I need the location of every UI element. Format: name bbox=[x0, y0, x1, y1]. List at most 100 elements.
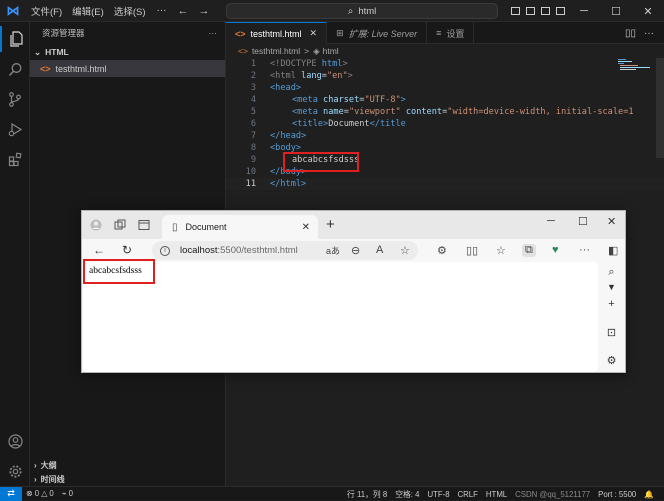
code-token: html bbox=[321, 59, 343, 69]
menu-file[interactable]: 文件(F) bbox=[26, 4, 67, 18]
html-file-icon: <> bbox=[40, 63, 51, 74]
line-number: 6 bbox=[250, 119, 256, 129]
back-arrow-icon[interactable]: ← bbox=[172, 5, 193, 17]
breadcrumb-node[interactable]: html bbox=[323, 46, 339, 56]
menu-selection[interactable]: 选择(S) bbox=[109, 4, 151, 18]
profile-icon[interactable] bbox=[90, 219, 102, 231]
browser-titlebar: ▯ Document ✕ + ─ ☐ ✕ bbox=[82, 211, 625, 239]
element-icon: ◈ bbox=[313, 45, 320, 56]
close-icon[interactable]: ✕ bbox=[310, 28, 318, 39]
document-icon: ▯ bbox=[172, 221, 178, 233]
problems-indicator[interactable]: ⊗ 0 △ 0 bbox=[22, 489, 58, 498]
run-debug-icon[interactable] bbox=[0, 116, 30, 142]
screenshot-icon[interactable]: ⊡ bbox=[598, 326, 625, 339]
file-testhtml[interactable]: <> testhtml.html bbox=[30, 60, 225, 77]
explorer-icon[interactable] bbox=[0, 26, 30, 52]
code-token: <title> bbox=[292, 119, 329, 129]
outline-section[interactable]: › 大纲 bbox=[30, 459, 57, 472]
forward-arrow-icon[interactable]: → bbox=[193, 5, 214, 17]
tab-live-server[interactable]: ⊞ 扩展: Live Server bbox=[327, 22, 428, 44]
browser-tab-document[interactable]: ▯ Document ✕ bbox=[162, 215, 318, 239]
tab-testhtml[interactable]: <> testhtml.html ✕ bbox=[226, 22, 328, 44]
source-control-icon[interactable] bbox=[0, 86, 30, 112]
workspaces-icon[interactable] bbox=[114, 219, 126, 231]
line-number: 1 bbox=[250, 59, 256, 69]
settings-icon: ≡ bbox=[436, 28, 442, 38]
window-maximize-button[interactable]: ☐ bbox=[600, 0, 632, 22]
toggle-primary-sidebar-icon[interactable] bbox=[508, 0, 523, 22]
window-minimize-button[interactable]: ─ bbox=[568, 0, 600, 22]
code-token: <meta bbox=[292, 107, 324, 117]
vertical-scrollbar[interactable] bbox=[656, 58, 664, 158]
indentation[interactable]: 空格: 4 bbox=[391, 489, 423, 500]
browser-maximize-button[interactable]: ☐ bbox=[578, 215, 588, 228]
close-icon[interactable]: ✕ bbox=[302, 222, 310, 233]
tab-actions-icon[interactable] bbox=[138, 219, 150, 231]
language-mode[interactable]: HTML bbox=[482, 490, 511, 499]
customize-layout-icon[interactable] bbox=[553, 0, 568, 22]
line-number: 8 bbox=[250, 143, 256, 153]
notifications-bell-icon[interactable]: 🔔 bbox=[640, 490, 658, 499]
menu-edit[interactable]: 编辑(E) bbox=[67, 4, 109, 18]
sidebar-toggle-icon[interactable]: ◧ bbox=[608, 244, 618, 257]
favorites-icon[interactable]: ☆ bbox=[496, 244, 506, 257]
minimap[interactable] bbox=[616, 58, 654, 78]
shopping-icon[interactable]: ▼ bbox=[598, 282, 625, 292]
browser-minimize-button[interactable]: ─ bbox=[547, 215, 555, 227]
code-line: 3 <head> bbox=[226, 82, 664, 94]
code-token: <html bbox=[270, 71, 302, 81]
explorer-more-button[interactable]: ··· bbox=[209, 28, 218, 38]
command-center-search[interactable]: ⌕ html bbox=[226, 3, 498, 19]
window-close-button[interactable]: ✕ bbox=[632, 0, 664, 22]
split-editor-icon[interactable]: ▯▯ bbox=[625, 28, 636, 39]
toggle-secondary-sidebar-icon[interactable] bbox=[538, 0, 553, 22]
search-icon[interactable] bbox=[0, 56, 30, 82]
add-icon[interactable]: + bbox=[598, 298, 625, 310]
tab-settings[interactable]: ≡ 设置 bbox=[427, 22, 475, 44]
line-number: 10 bbox=[245, 167, 256, 177]
timeline-section[interactable]: › 时间线 bbox=[30, 473, 65, 486]
refresh-icon[interactable]: ↻ bbox=[122, 243, 132, 257]
zoom-icon[interactable]: ⊖ bbox=[351, 244, 360, 257]
favorite-star-icon[interactable]: ☆ bbox=[400, 244, 410, 257]
editor-more-button[interactable]: ··· bbox=[644, 28, 654, 39]
browser-more-button[interactable]: ··· bbox=[579, 244, 590, 256]
new-tab-button[interactable]: + bbox=[326, 216, 335, 233]
browser-essentials-icon[interactable]: ♥ bbox=[552, 244, 559, 256]
read-aloud-icon[interactable]: aあ bbox=[326, 244, 340, 257]
extensions-icon[interactable]: ⚙ bbox=[437, 244, 447, 257]
antenna-icon: ⌁ bbox=[61, 489, 67, 498]
cursor-position[interactable]: 行 11，列 8 bbox=[343, 489, 391, 500]
split-screen-icon[interactable]: ▯▯ bbox=[466, 244, 478, 257]
browser-page-content: abcabcsfsdsss bbox=[83, 262, 598, 372]
browser-side-panel: ⌕ ▼ + ⊡ ⚙ bbox=[598, 262, 625, 372]
toggle-panel-icon[interactable] bbox=[523, 0, 538, 22]
ports-indicator[interactable]: ⌁ 0 bbox=[58, 489, 77, 498]
search-icon[interactable]: ⌕ bbox=[598, 266, 625, 279]
breadcrumb-file[interactable]: testhtml.html bbox=[252, 46, 300, 56]
tab-label: testhtml.html bbox=[250, 28, 302, 39]
site-info-icon[interactable]: i bbox=[160, 245, 170, 256]
remote-indicator-icon[interactable]: ⇄ bbox=[0, 486, 22, 501]
manage-gear-icon[interactable] bbox=[0, 458, 30, 484]
line-number: 3 bbox=[250, 83, 256, 93]
browser-close-button[interactable]: ✕ bbox=[607, 215, 616, 228]
editor-tabs: <> testhtml.html ✕ ⊞ 扩展: Live Server ≡ 设… bbox=[226, 22, 664, 44]
settings-gear-icon[interactable]: ⚙ bbox=[598, 354, 625, 367]
collections-icon[interactable]: ⧉ bbox=[522, 244, 536, 257]
url-path: :5500/testhtml.html bbox=[217, 245, 298, 256]
translate-icon[interactable]: A bbox=[376, 244, 383, 256]
watermark-text: CSDN @qq_5121177 bbox=[515, 489, 591, 499]
line-number: 2 bbox=[250, 71, 256, 81]
line-number: 4 bbox=[250, 95, 256, 105]
extensions-icon[interactable] bbox=[0, 146, 30, 172]
accounts-icon[interactable] bbox=[0, 428, 30, 454]
live-server-port[interactable]: Port : 5500 bbox=[594, 490, 640, 499]
tab-label: 扩展: Live Server bbox=[348, 28, 418, 39]
back-arrow-icon[interactable]: ← bbox=[93, 243, 105, 257]
end-of-line[interactable]: CRLF bbox=[454, 490, 482, 499]
code-token: </head> bbox=[270, 131, 307, 141]
menu-more-button[interactable]: ··· bbox=[150, 5, 172, 16]
folder-html[interactable]: ⌄ HTML bbox=[30, 44, 225, 60]
encoding[interactable]: UTF-8 bbox=[423, 490, 453, 499]
